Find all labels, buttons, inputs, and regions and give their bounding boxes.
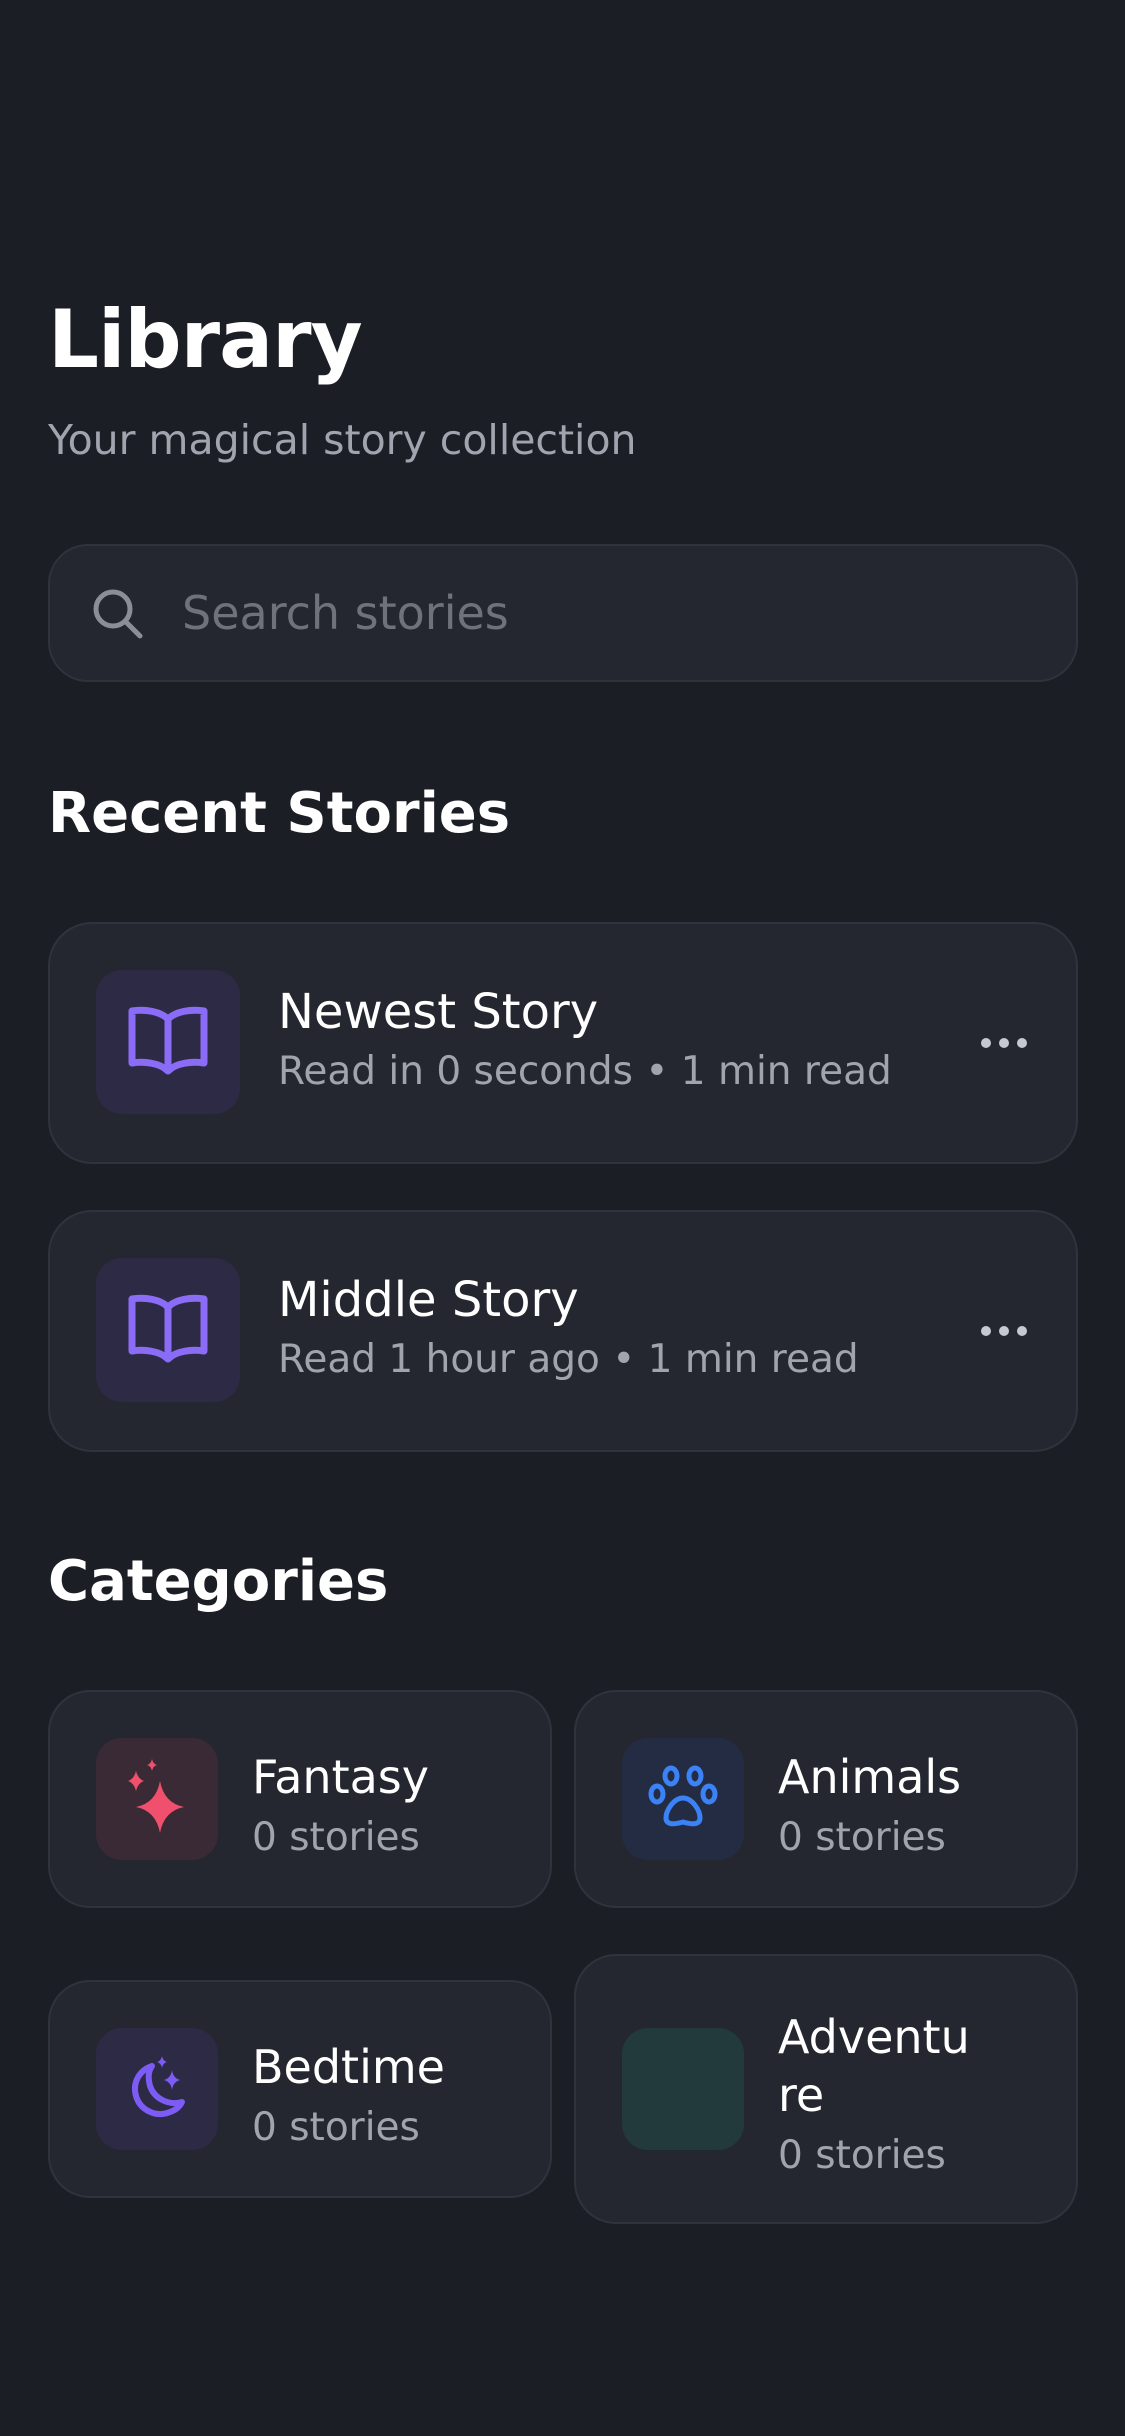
paw-icon	[648, 1762, 718, 1836]
story-card-middle[interactable]: Middle Story Read 1 hour ago • 1 min rea…	[48, 1210, 1078, 1452]
story-title: Middle Story	[278, 1272, 579, 1328]
story-thumbnail	[96, 970, 240, 1114]
search-bar[interactable]	[48, 544, 1078, 682]
open-book-icon	[126, 1293, 210, 1367]
category-name: Animals	[778, 1750, 962, 1804]
categories-heading: Categories	[48, 1549, 389, 1614]
category-animals[interactable]: Animals 0 stories	[574, 1690, 1078, 1908]
moon-stars-icon	[122, 2052, 192, 2126]
sparkles-icon	[122, 1757, 192, 1841]
story-thumbnail	[96, 1258, 240, 1402]
page-title: Library	[48, 293, 363, 386]
category-fantasy[interactable]: Fantasy 0 stories	[48, 1690, 552, 1908]
category-count: 0 stories	[252, 2105, 420, 2150]
category-count: 0 stories	[778, 1815, 946, 1860]
story-meta: Read in 0 seconds • 1 min read	[278, 1049, 892, 1094]
category-bedtime[interactable]: Bedtime 0 stories	[48, 1980, 552, 2198]
category-icon-tile	[622, 2028, 744, 2150]
search-icon	[90, 586, 146, 642]
more-options-icon[interactable]	[972, 1015, 1036, 1071]
story-title: Newest Story	[278, 984, 599, 1040]
page-subtitle: Your magical story collection	[48, 416, 637, 464]
category-count: 0 stories	[252, 1815, 420, 1860]
search-input[interactable]	[182, 576, 1032, 650]
category-icon-tile	[622, 1738, 744, 1860]
category-count: 0 stories	[778, 2133, 946, 2178]
category-adventure[interactable]: Adventure 0 stories	[574, 1954, 1078, 2224]
category-name: Bedtime	[252, 2040, 445, 2094]
category-icon-tile	[96, 2028, 218, 2150]
category-name: Fantasy	[252, 1750, 429, 1804]
open-book-icon	[126, 1005, 210, 1079]
category-name: Adventure	[778, 2010, 970, 2122]
category-icon-tile	[96, 1738, 218, 1860]
story-card-newest[interactable]: Newest Story Read in 0 seconds • 1 min r…	[48, 922, 1078, 1164]
story-meta: Read 1 hour ago • 1 min read	[278, 1337, 859, 1382]
more-options-icon[interactable]	[972, 1303, 1036, 1359]
recent-stories-heading: Recent Stories	[48, 781, 511, 846]
